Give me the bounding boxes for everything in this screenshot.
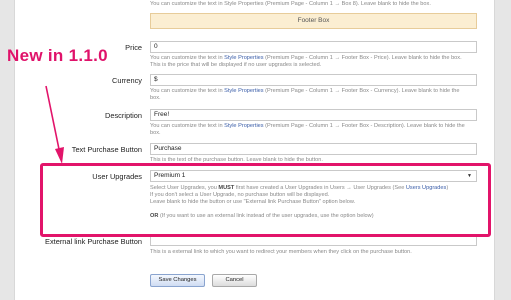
text-purchase-value: Purchase (154, 145, 182, 152)
cancel-button[interactable]: Cancel (212, 274, 257, 287)
text-purchase-input[interactable]: Purchase (150, 143, 477, 155)
footer-box-title: Footer Box (297, 17, 330, 24)
price-help: You can customize the text in Style Prop… (150, 55, 485, 69)
description-value: Free! (154, 111, 170, 118)
price-help-suffix: (Premium Page - Column 1 → Footer Box - … (263, 55, 462, 61)
currency-value: $ (154, 76, 158, 83)
price-input[interactable]: 0 (150, 41, 477, 53)
description-help-line2: box. (150, 130, 161, 136)
currency-input[interactable]: $ (150, 74, 477, 86)
price-help-line2: This is the price that will be displayed… (150, 62, 322, 68)
description-input[interactable]: Free! (150, 109, 477, 121)
description-help: You can customize the text in Style Prop… (150, 123, 485, 137)
external-link-label: External link Purchase Button (45, 237, 142, 246)
currency-help: You can customize the text in Style Prop… (150, 88, 485, 102)
price-help-prefix: You can customize the text in (150, 55, 225, 61)
description-label: Description (105, 111, 142, 120)
currency-help-prefix: You can customize the text in (150, 88, 225, 94)
description-help-suffix: (Premium Page - Column 1 → Footer Box - … (263, 123, 465, 129)
price-style-properties-link[interactable]: Style Properties (224, 55, 263, 61)
price-value: 0 (154, 43, 158, 50)
text-purchase-label: Text Purchase Button (71, 145, 142, 154)
new-in-version-annotation: New in 1.1.0 (7, 46, 108, 65)
description-help-prefix: You can customize the text in (150, 123, 225, 129)
top-help-label: You can customize the text in Style Prop… (150, 1, 431, 7)
currency-style-properties-link[interactable]: Style Properties (224, 88, 263, 94)
external-link-help: This is a external link to which you wan… (150, 249, 412, 255)
currency-help-suffix: (Premium Page - Column 1 → Footer Box - … (263, 88, 460, 94)
currency-label: Currency (112, 76, 142, 85)
save-changes-button[interactable]: Save Changes (150, 274, 205, 287)
currency-help-line2: box. (150, 95, 161, 101)
description-style-properties-link[interactable]: Style Properties (224, 123, 263, 129)
new-feature-highlight-box (40, 163, 491, 237)
footer-box-header: Footer Box (150, 13, 477, 29)
top-help-text: You can customize the text in Style Prop… (150, 1, 485, 8)
